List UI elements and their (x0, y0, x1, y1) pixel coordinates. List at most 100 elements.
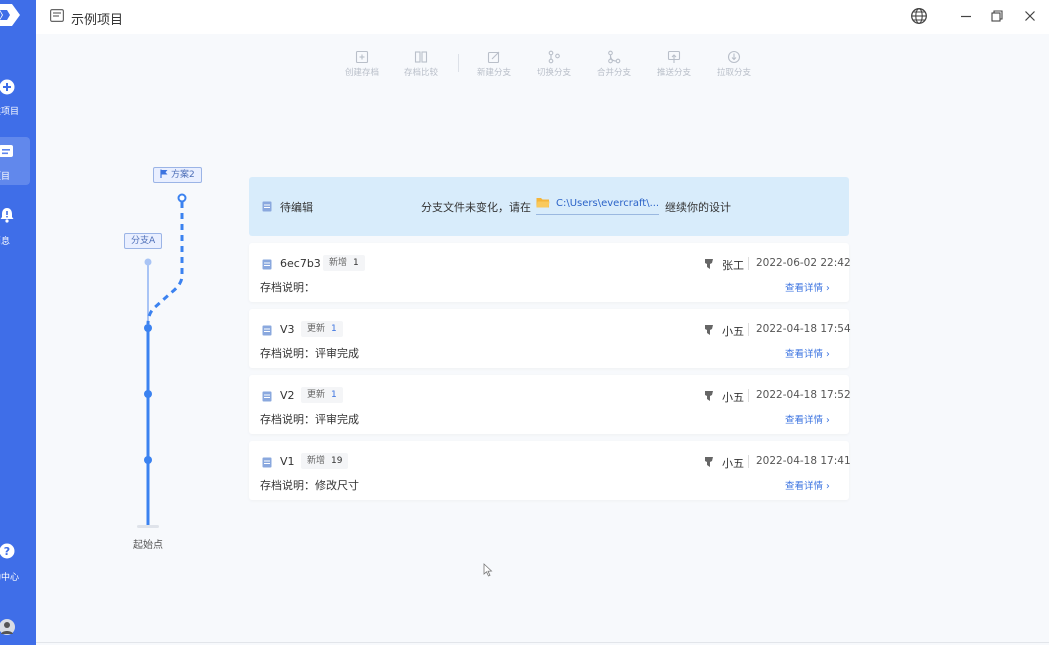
commit-user: 小五 (722, 457, 744, 470)
push-branch-button[interactable]: 推送分支 (649, 46, 699, 78)
mouse-cursor-icon (483, 563, 493, 577)
commit-description: 存档说明： (260, 281, 315, 294)
commit-card[interactable]: V2 更新 1 小五 2022-04-18 17:52 存档说明：评审完成 查看详… (249, 375, 851, 434)
pending-message: 分支文件未变化，请在 (421, 201, 531, 214)
switch-branch-label: 切换分支 (536, 68, 571, 78)
open-folder-link[interactable]: C:\Users\evercraft\... (536, 197, 660, 215)
compare-archive-icon (414, 51, 428, 63)
sidebar-item-new-project[interactable]: 建项目 (0, 76, 36, 120)
tree-node-v3 (144, 324, 152, 332)
project-icon (0, 145, 13, 157)
change-label: 更新 (307, 324, 326, 334)
divider (748, 455, 749, 468)
title-bar: 示例项目 (36, 0, 1049, 34)
tree-base (137, 525, 159, 528)
commit-description: 存档说明：评审完成 (260, 413, 359, 426)
change-count: 1 (331, 324, 337, 334)
commit-version: V2 (280, 389, 295, 402)
user-icon (705, 325, 713, 335)
commit-card[interactable]: V1 新增 19 小五 2022-04-18 17:41 存档说明：修改尺寸 查看… (249, 441, 851, 500)
new-branch-button[interactable]: 新建分支 (469, 46, 519, 78)
push-branch-label: 推送分支 (656, 68, 691, 78)
app-logo-icon (0, 4, 20, 26)
commit-description: 存档说明：修改尺寸 (260, 479, 359, 492)
close-icon[interactable] (1021, 7, 1039, 25)
commit-time: 2022-04-18 17:52 (756, 389, 851, 401)
view-details-link[interactable]: 查看详情 › (785, 478, 830, 492)
pending-card: 待编辑 分支文件未变化，请在 C:\Users\evercraft\... 继续… (249, 177, 849, 236)
commit-version: V3 (280, 323, 295, 336)
folder-icon (536, 198, 550, 208)
switch-branch-button[interactable]: 切换分支 (529, 46, 579, 78)
change-label: 新增 (329, 258, 348, 268)
create-archive-label: 创建存档 (344, 68, 379, 78)
globe-icon[interactable] (910, 7, 928, 25)
commit-time: 2022-04-18 17:54 (756, 323, 851, 335)
view-details-link[interactable]: 查看详情 › (785, 412, 830, 426)
minimize-icon[interactable] (957, 7, 975, 25)
user-icon (705, 259, 713, 269)
create-archive-button[interactable]: 创建存档 (337, 46, 387, 78)
view-details-link[interactable]: 查看详情 › (785, 280, 830, 294)
pending-message-end: 继续你的设计 (665, 201, 731, 214)
commit-user: 小五 (722, 325, 744, 338)
commit-time: 2022-04-18 17:41 (756, 455, 851, 467)
commit-description: 存档说明：评审完成 (260, 347, 359, 360)
create-archive-icon (355, 50, 369, 64)
push-branch-icon (667, 50, 681, 63)
branch-tree (137, 193, 187, 528)
view-details-link[interactable]: 查看详情 › (785, 346, 830, 360)
commit-version: 6ec7b3 (280, 257, 321, 270)
archive-icon (262, 457, 272, 468)
new-branch-label: 新建分支 (476, 68, 511, 78)
archive-icon (262, 325, 272, 336)
restore-icon[interactable] (988, 7, 1006, 25)
toolbar: 创建存档 存档比较 新建分支 切换分支 合并分支 推送分支 拉取分支 (341, 46, 759, 84)
sidebar-item-project[interactable]: 项目 (0, 137, 30, 185)
change-badge: 更新 1 (301, 321, 343, 337)
change-count: 1 (331, 390, 337, 400)
pull-branch-icon (727, 50, 741, 64)
commit-user: 小五 (722, 391, 744, 404)
commit-version: V1 (280, 455, 295, 468)
change-label: 更新 (307, 390, 326, 400)
sidebar-item-label: 消息 (0, 237, 11, 247)
archive-icon (262, 259, 272, 270)
sidebar-item-label: 项目 (0, 172, 11, 182)
merge-branch-button[interactable]: 合并分支 (589, 46, 639, 78)
sidebar-item-label: 助中心 (0, 573, 20, 583)
pending-title: 待编辑 (280, 201, 313, 214)
user-icon (705, 391, 713, 401)
change-badge: 新增 1 (323, 255, 365, 271)
new-branch-icon (487, 51, 500, 64)
change-badge: 新增 19 (301, 453, 349, 469)
divider (748, 389, 749, 402)
commit-card[interactable]: V3 更新 1 小五 2022-04-18 17:54 存档说明：评审完成 查看详… (249, 309, 851, 368)
commit-time: 2022-06-02 22:42 (756, 257, 851, 269)
change-count: 19 (331, 456, 343, 466)
divider (748, 257, 749, 270)
tree-node-v2 (144, 390, 152, 398)
help-icon: ? (0, 543, 15, 559)
compare-archive-button[interactable]: 存档比较 (396, 46, 446, 78)
switch-branch-icon (548, 50, 560, 64)
sidebar: 建项目 项目 消息 ? 助中心 (0, 0, 36, 645)
folder-path: C:\Users\evercraft\... (556, 198, 660, 209)
sidebar-item-messages[interactable]: 消息 (0, 206, 36, 247)
archive-icon (262, 391, 272, 402)
commit-user: 张工 (722, 259, 744, 272)
pull-branch-button[interactable]: 拉取分支 (709, 46, 759, 78)
change-label: 新增 (307, 456, 326, 466)
user-icon (705, 457, 713, 467)
pull-branch-label: 拉取分支 (716, 68, 751, 78)
avatar[interactable] (0, 618, 16, 636)
sidebar-item-label: 建项目 (0, 107, 20, 117)
bell-icon (0, 208, 14, 223)
document-icon (50, 9, 64, 22)
commit-card[interactable]: 6ec7b3 新增 1 张工 2022-06-02 22:42 存档说明： 查看详… (249, 243, 851, 302)
sidebar-item-help-center[interactable]: ? 助中心 (0, 542, 36, 583)
tree-node-v1 (144, 456, 152, 464)
merge-branch-label: 合并分支 (596, 68, 631, 78)
merge-branch-icon (608, 50, 621, 64)
divider (36, 642, 1049, 643)
